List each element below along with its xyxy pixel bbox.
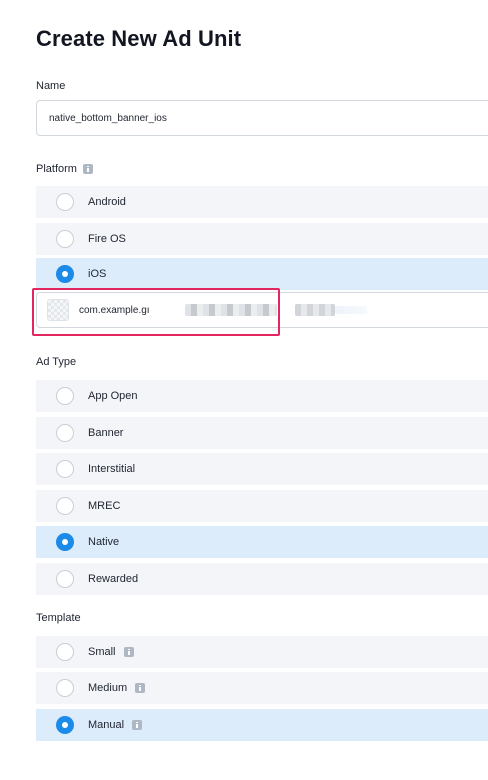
radio-button-selected[interactable] xyxy=(56,716,74,734)
radio-button[interactable] xyxy=(56,387,74,405)
info-icon[interactable] xyxy=(123,647,134,657)
option-label: iOS xyxy=(88,268,107,280)
ad-type-option-native[interactable]: Native xyxy=(36,526,488,558)
create-ad-unit-page: Create New Ad Unit Name Platform Android… xyxy=(0,0,488,780)
redacted-text xyxy=(295,304,335,316)
radio-button[interactable] xyxy=(56,497,74,515)
platform-option-fire-os[interactable]: Fire OS xyxy=(36,223,488,255)
ad-type-option-mrec[interactable]: MREC xyxy=(36,490,488,522)
name-label-text: Name xyxy=(36,80,66,92)
option-label: MREC xyxy=(88,500,121,512)
redacted-text xyxy=(185,304,277,316)
platform-option-android[interactable]: Android xyxy=(36,186,488,218)
radio-button[interactable] xyxy=(56,643,74,661)
ad-type-option-interstitial[interactable]: Interstitial xyxy=(36,453,488,485)
template-option-manual[interactable]: Manual xyxy=(36,709,488,741)
name-label: Name xyxy=(36,80,65,92)
option-label: Interstitial xyxy=(88,463,136,475)
page-title: Create New Ad Unit xyxy=(36,26,242,51)
ad-type-label: Ad Type xyxy=(36,356,76,368)
info-icon[interactable] xyxy=(135,683,146,693)
radio-button-selected[interactable] xyxy=(56,533,74,551)
platform-label-text: Platform xyxy=(36,163,77,175)
radio-button[interactable] xyxy=(56,570,74,588)
option-label: Medium xyxy=(88,682,146,694)
redacted-text xyxy=(335,306,367,314)
app-icon xyxy=(47,299,69,321)
option-label: Small xyxy=(88,646,134,658)
option-label: Rewarded xyxy=(88,573,139,585)
option-label: Native xyxy=(88,536,120,548)
radio-button-selected[interactable] xyxy=(56,265,74,283)
ad-type-option-rewarded[interactable]: Rewarded xyxy=(36,563,488,595)
option-label: Fire OS xyxy=(88,233,126,245)
ad-type-option-banner[interactable]: Banner xyxy=(36,417,488,449)
radio-button[interactable] xyxy=(56,230,74,248)
platform-label: Platform xyxy=(36,163,93,175)
radio-button[interactable] xyxy=(56,424,74,442)
option-label: Android xyxy=(88,196,126,208)
radio-button[interactable] xyxy=(56,193,74,211)
option-label: Banner xyxy=(88,427,124,439)
template-label: Template xyxy=(36,612,81,624)
name-input[interactable] xyxy=(36,100,488,136)
radio-button[interactable] xyxy=(56,460,74,478)
template-option-small[interactable]: Small xyxy=(36,636,488,668)
ad-type-label-text: Ad Type xyxy=(36,356,77,368)
info-icon[interactable] xyxy=(82,164,93,174)
ad-type-option-app-open[interactable]: App Open xyxy=(36,380,488,412)
option-label: App Open xyxy=(88,390,138,402)
bundle-id-text: com.example.gı xyxy=(79,304,150,316)
info-icon[interactable] xyxy=(132,720,143,730)
template-label-text: Template xyxy=(36,612,81,624)
option-label: Manual xyxy=(88,719,143,731)
app-bundle-field[interactable]: com.example.gı xyxy=(36,292,488,328)
platform-option-ios[interactable]: iOS xyxy=(36,258,488,290)
radio-button[interactable] xyxy=(56,679,74,697)
template-option-medium[interactable]: Medium xyxy=(36,672,488,704)
